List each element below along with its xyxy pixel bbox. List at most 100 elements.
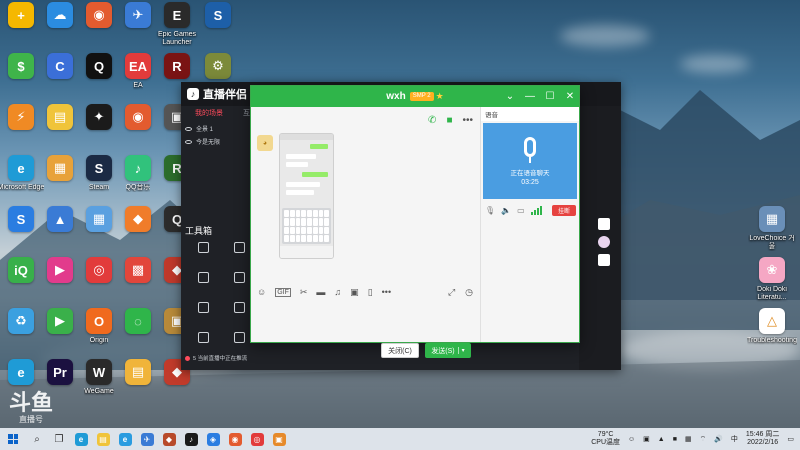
tab-3[interactable]: 互 — [243, 108, 250, 118]
app-icon: R — [164, 53, 190, 79]
desktop-icon[interactable]: ❀ Doki Doki Literatu... — [748, 257, 796, 302]
app-icon: S — [8, 206, 34, 232]
live-app-tabs: 我的场景 互 — [195, 108, 250, 118]
close-button[interactable]: 关闭(C) — [381, 343, 419, 358]
history-icon[interactable]: ◷ — [465, 287, 473, 298]
desktop-icon[interactable]: ⚙ — [194, 53, 242, 82]
tray-icon[interactable]: ☺ — [628, 436, 635, 443]
taskbar-app-edge[interactable]: e — [70, 428, 92, 450]
eye-icon[interactable] — [185, 126, 192, 131]
cpu-temp-widget[interactable]: 79°C CPU温度 — [591, 431, 620, 447]
phone-icon[interactable]: ▯ — [368, 287, 373, 298]
taskbar-app-edge2[interactable]: e — [114, 428, 136, 450]
speaker-icon[interactable]: 🔈 — [501, 206, 511, 215]
message-area[interactable]: ◕ — [251, 131, 479, 281]
desktop-icon-label: Origin — [89, 337, 109, 344]
toolbox-item[interactable] — [185, 332, 221, 345]
avatar[interactable]: ◕ — [257, 135, 273, 151]
tray-icon[interactable]: ■ — [673, 436, 677, 443]
camera-icon[interactable]: ▭ — [517, 206, 525, 215]
music-icon[interactable]: ♫ — [334, 287, 341, 297]
desktop-icon-label: Troubleshooting — [747, 337, 797, 344]
toolbox-item[interactable] — [185, 272, 221, 285]
windows-logo-icon — [8, 434, 18, 444]
app-icon: E — [164, 2, 190, 28]
edge-icon: e — [74, 432, 88, 446]
input-language[interactable]: 中 — [731, 434, 738, 444]
live-app-logo-icon: ♪ — [187, 88, 199, 100]
chat-contact-name: wxh — [386, 91, 406, 102]
toolbox-item[interactable] — [185, 242, 221, 255]
more-icon[interactable]: ••• — [462, 115, 473, 126]
taskbar-app-wechat[interactable]: ▣ — [268, 428, 290, 450]
search-icon[interactable]: ⌕ — [26, 428, 48, 450]
live-dot-icon — [185, 355, 190, 361]
app-icon: ▶ — [47, 308, 73, 334]
taskbar-app-browser[interactable]: ◈ — [202, 428, 224, 450]
network-icon[interactable]: ⌔ — [700, 435, 707, 444]
chat-window[interactable]: wxh SMP 2 ★ ⌄ — ☐ ✕ ✆ ■ ••• ◕ ☺ GIF ✂ ▬ … — [250, 85, 580, 358]
eye-icon[interactable] — [185, 139, 192, 144]
minimize-button[interactable]: — — [525, 91, 535, 102]
taskbar-app-netease[interactable]: ◎ — [246, 428, 268, 450]
scene-label: 全景 1 — [196, 127, 214, 133]
app-icon: ✦ — [86, 104, 112, 130]
desktop-icon[interactable]: ▦ LoveChoice 거울 — [748, 206, 796, 251]
emoji-icon[interactable]: ☺ — [257, 287, 266, 297]
gif-icon[interactable]: GIF — [275, 287, 291, 297]
app-icon: ▲ — [47, 206, 73, 232]
task-view-icon[interactable]: ❐ — [48, 428, 70, 450]
tab-my-scenes[interactable]: 我的场景 — [195, 108, 223, 118]
taskbar-app-overwatch[interactable]: ◉ — [224, 428, 246, 450]
chat-titlebar[interactable]: wxh SMP 2 ★ ⌄ — ☐ ✕ — [251, 86, 579, 107]
mute-mic-icon[interactable]: 🎙 — [485, 206, 495, 215]
toolbox-item[interactable] — [185, 302, 221, 315]
desktop-icon[interactable]: △ Troubleshooting — [747, 308, 797, 345]
image-message[interactable] — [279, 133, 334, 259]
tray-icon[interactable]: ▦ — [685, 435, 692, 443]
maximize-button[interactable]: ☐ — [545, 91, 555, 102]
scissors-icon[interactable]: ✂ — [300, 287, 308, 298]
message-input[interactable] — [255, 301, 473, 335]
app-icon: ▶ — [47, 257, 73, 283]
tray-icon[interactable]: ▲ — [658, 436, 665, 443]
volume-icon[interactable]: 🔊 — [714, 435, 723, 443]
browser-icon: ◈ — [206, 432, 220, 446]
tool-icon — [197, 242, 209, 253]
send-label: 发送(S) — [431, 347, 455, 355]
taskbar-app-feishu[interactable]: ✈ — [136, 428, 158, 450]
taskbar-app-folder[interactable]: ▤ — [92, 428, 114, 450]
hangup-button[interactable]: 挂断 — [552, 205, 576, 216]
send-button[interactable]: 发送(S) ▾ — [425, 343, 471, 358]
close-window-button[interactable]: ✕ — [565, 91, 575, 102]
clock[interactable]: 15:46 周二 2022/2/16 — [746, 431, 779, 447]
call-timer: 03:25 — [521, 178, 539, 186]
voice-call-icon[interactable]: ✆ — [428, 115, 436, 126]
folder-icon[interactable]: ▬ — [316, 287, 325, 297]
collapse-button[interactable]: ⌄ — [505, 91, 515, 102]
send-options-icon[interactable]: ▾ — [457, 347, 465, 354]
app-icon: ✈ — [125, 2, 151, 28]
tray-icon[interactable]: ▣ — [643, 435, 650, 443]
app-icon: ♪ — [125, 155, 151, 181]
mini-preview-stack — [598, 218, 616, 278]
notification-icon[interactable]: ▭ — [787, 435, 794, 443]
taskbar-app-game[interactable]: ◆ — [158, 428, 180, 450]
expand-icon[interactable]: ⤢ — [448, 287, 455, 298]
scene-item[interactable]: 全景 1 — [185, 122, 249, 135]
video-call-icon[interactable]: ■ — [446, 115, 452, 126]
app-icon: △ — [759, 308, 785, 334]
preview-thumb[interactable] — [598, 236, 610, 248]
more-tools-icon[interactable]: ••• — [382, 287, 391, 297]
cpu-temp-value: 79°C — [597, 431, 614, 438]
start-button[interactable] — [0, 428, 26, 450]
taskbar-app-streaming[interactable]: ♪ — [180, 428, 202, 450]
scene-item[interactable]: 今是无限 — [185, 135, 249, 148]
paper-plane-icon: ✈ — [140, 432, 154, 446]
preview-thumb[interactable] — [598, 254, 610, 266]
preview-thumb[interactable] — [598, 218, 610, 230]
image-icon[interactable]: ▣ — [350, 287, 359, 298]
desktop-icon[interactable]: S — [194, 2, 242, 31]
app-icon: ☁ — [47, 2, 73, 28]
call-status: 正在语音聊天 — [510, 169, 550, 177]
